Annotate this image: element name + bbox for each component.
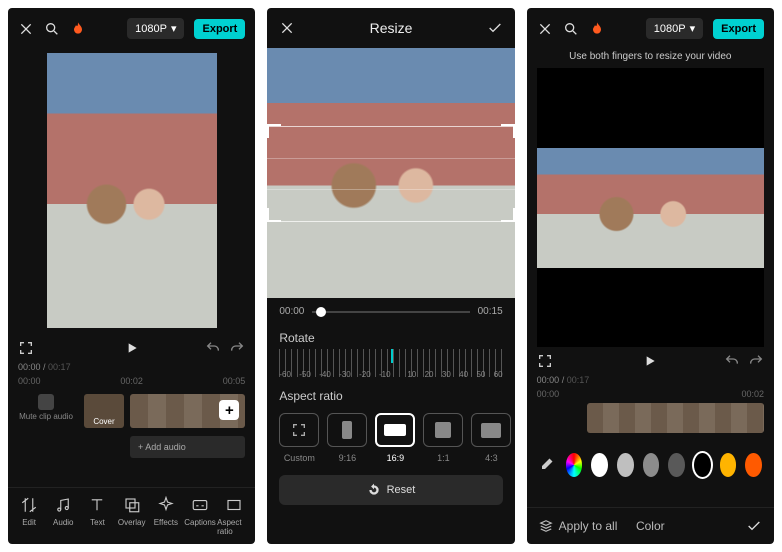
playhead-time: 00:00 / 00:17	[527, 375, 774, 385]
color-tab-label: Color	[636, 519, 665, 533]
close-icon[interactable]	[537, 21, 553, 37]
rotate-scale-labels: -60-50-40-30-20-10102030405060	[279, 370, 502, 379]
swatch-darkgray[interactable]	[668, 453, 685, 477]
expand-icon	[291, 422, 307, 438]
search-icon[interactable]	[563, 21, 579, 37]
swatch-amber[interactable]	[720, 453, 737, 477]
ratio-4-3[interactable]: 4:3	[471, 413, 511, 463]
mute-clip-button[interactable]: Mute clip audio	[18, 394, 74, 421]
video-preview-letterboxed[interactable]	[537, 68, 764, 347]
ratio-1-1[interactable]: 1:1	[423, 413, 463, 463]
scrub-start-time: 00:00	[279, 306, 304, 317]
export-button[interactable]: Export	[194, 19, 245, 39]
tool-effects[interactable]: Effects	[149, 496, 183, 536]
rotate-label: Rotate	[267, 325, 514, 349]
redo-icon[interactable]	[229, 340, 245, 356]
confirm-icon[interactable]	[487, 20, 503, 36]
play-icon[interactable]	[124, 340, 140, 356]
timeline-ruler: 00:00 00:02	[527, 385, 774, 399]
eyedropper-icon[interactable]	[539, 454, 557, 477]
tool-aspect-ratio[interactable]: Aspect ratio	[217, 496, 251, 536]
resize-hint: Use both fingers to resize your video	[527, 49, 774, 68]
rotate-center-mark	[391, 349, 393, 363]
panel-title: Resize	[370, 20, 413, 36]
crop-preview[interactable]	[267, 48, 514, 298]
resolution-label: 1080P	[135, 23, 167, 35]
tool-audio[interactable]: Audio	[46, 496, 80, 536]
flame-icon[interactable]	[589, 21, 605, 37]
preview-area	[8, 49, 255, 334]
reset-icon	[367, 483, 381, 497]
close-icon[interactable]	[279, 20, 295, 36]
search-icon[interactable]	[44, 21, 60, 37]
apply-to-all-button[interactable]: Apply to all	[539, 519, 618, 533]
scrub-bar: 00:00 00:15	[267, 298, 514, 325]
top-bar: 1080P▾ Export	[527, 8, 774, 49]
scrub-track[interactable]	[312, 311, 469, 313]
crop-grid[interactable]	[267, 126, 514, 222]
swatch-orange[interactable]	[745, 453, 762, 477]
confirm-icon[interactable]	[746, 518, 762, 534]
video-clip[interactable]: +	[130, 394, 245, 428]
color-panel: 1080P▾ Export Use both fingers to resize…	[527, 8, 774, 544]
color-wheel-button[interactable]	[566, 453, 583, 477]
tool-captions[interactable]: Captions	[183, 496, 217, 536]
crop-handle-br[interactable]	[501, 208, 515, 222]
transport-bar	[527, 347, 774, 375]
crop-handle-tr[interactable]	[501, 124, 515, 138]
timeline-tracks: Mute clip audio Cover + + Add audio	[8, 390, 255, 474]
cover-thumbnail[interactable]: Cover	[84, 394, 124, 428]
color-swatches	[537, 449, 764, 491]
redo-icon[interactable]	[748, 353, 764, 369]
ratio-16-9[interactable]: 16:9	[375, 413, 415, 463]
export-button[interactable]: Export	[713, 19, 764, 39]
tool-overlay[interactable]: Overlay	[115, 496, 149, 536]
reset-button[interactable]: Reset	[279, 475, 502, 505]
play-icon[interactable]	[642, 353, 658, 369]
resolution-button[interactable]: 1080P▾	[646, 18, 703, 39]
swatch-white[interactable]	[591, 453, 608, 477]
add-audio-button[interactable]: + Add audio	[130, 436, 245, 458]
tool-edit[interactable]: Edit	[12, 496, 46, 536]
stack-icon	[539, 519, 553, 533]
aspect-ratio-options: Custom 9:16 16:9 1:1 4:3	[267, 407, 514, 465]
audio-track: + Add audio	[18, 436, 245, 458]
video-preview[interactable]	[47, 53, 217, 328]
close-icon[interactable]	[18, 21, 34, 37]
ratio-9-16[interactable]: 9:16	[327, 413, 367, 463]
fullscreen-icon[interactable]	[537, 353, 553, 369]
fullscreen-icon[interactable]	[18, 340, 34, 356]
undo-icon[interactable]	[724, 353, 740, 369]
swatch-black[interactable]	[694, 453, 711, 477]
tool-text[interactable]: Text	[80, 496, 114, 536]
scrub-knob[interactable]	[316, 307, 326, 317]
resize-top-bar: Resize	[267, 8, 514, 48]
undo-icon[interactable]	[205, 340, 221, 356]
scrub-end-time: 00:15	[478, 306, 503, 317]
rotate-slider[interactable]: -60-50-40-30-20-10102030405060	[279, 349, 502, 377]
video-track: Mute clip audio Cover +	[18, 394, 245, 430]
resize-panel: Resize 00:00 00:15 Rotate -60-50-40-30-2…	[267, 8, 514, 544]
bottom-toolbar: Edit Audio Text Overlay Effects Captions…	[8, 487, 255, 544]
top-bar: 1080P ▾ Export	[8, 8, 255, 49]
flame-icon[interactable]	[70, 21, 86, 37]
crop-handle-tl[interactable]	[267, 124, 281, 138]
resolution-button[interactable]: 1080P ▾	[127, 18, 184, 39]
editor-main-panel: 1080P ▾ Export 00:00 / 00:17 00:00 00:02 …	[8, 8, 255, 544]
transport-bar	[8, 334, 255, 362]
crop-handle-bl[interactable]	[267, 208, 281, 222]
aspect-ratio-label: Aspect ratio	[267, 383, 514, 407]
playhead-time: 00:00 / 00:17	[8, 362, 255, 372]
video-clip[interactable]	[587, 403, 764, 433]
color-section	[527, 441, 774, 507]
swatch-gray[interactable]	[643, 453, 660, 477]
bottom-bar: Apply to all Color	[527, 507, 774, 544]
chevron-down-icon: ▾	[690, 22, 696, 35]
add-clip-button[interactable]: +	[219, 400, 239, 420]
swatch-lightgray[interactable]	[617, 453, 634, 477]
mute-icon	[38, 394, 54, 410]
timeline-ruler: 00:00 00:02 00:05	[8, 372, 255, 390]
ratio-custom[interactable]: Custom	[279, 413, 319, 463]
chevron-down-icon: ▾	[171, 22, 177, 35]
